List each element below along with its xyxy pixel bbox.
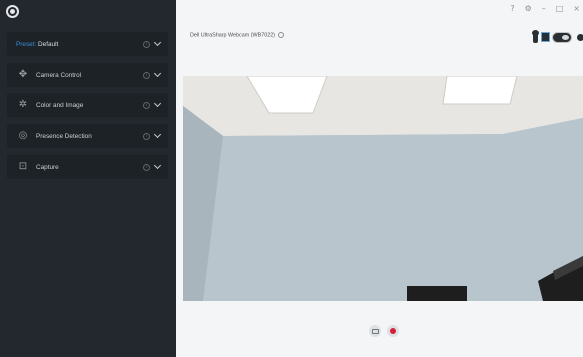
record-button[interactable] xyxy=(387,325,399,337)
info-icon[interactable]: i xyxy=(143,163,150,171)
sidebar-item-camera-control[interactable]: ✥ Camera Control i xyxy=(7,63,168,87)
preview-image xyxy=(183,76,583,301)
sidebar-item-presence-detection[interactable]: ◎ Presence Detection i xyxy=(7,124,168,148)
info-icon[interactable] xyxy=(278,32,285,38)
gear-icon[interactable]: ⚙ xyxy=(525,4,532,13)
webcam-logo-icon xyxy=(6,5,19,18)
sidebar-item-label: Capture xyxy=(36,163,59,171)
device-name: Dell UltraSharp Webcam (WB7022) xyxy=(190,32,285,39)
info-icon[interactable]: i xyxy=(143,40,150,48)
maximize-icon[interactable]: □ xyxy=(556,4,564,13)
sidebar-item-label: Camera Control xyxy=(36,71,82,79)
preset-selector[interactable]: Preset: Default i xyxy=(7,32,168,56)
preset-label: Preset: Default xyxy=(16,41,58,48)
chevron-down-icon[interactable] xyxy=(153,161,162,170)
close-icon[interactable]: × xyxy=(573,4,580,13)
info-icon[interactable]: i xyxy=(143,101,150,109)
capture-controls xyxy=(369,325,399,337)
device-name-text: Dell UltraSharp Webcam (WB7022) xyxy=(190,32,275,39)
preset-key: Preset: xyxy=(16,40,37,48)
more-icon[interactable] xyxy=(577,34,583,41)
chevron-down-icon[interactable] xyxy=(153,38,162,47)
sidebar-item-label: Presence Detection xyxy=(36,132,92,140)
chevron-down-icon[interactable] xyxy=(153,69,162,78)
camera-control-icon: ✥ xyxy=(18,69,28,80)
window-controls: ? ⚙ – □ × xyxy=(510,4,580,13)
chevron-down-icon[interactable] xyxy=(153,130,162,139)
presence-detection-icon: ◎ xyxy=(18,130,28,141)
sidebar-item-label: Color and Image xyxy=(36,101,84,109)
preset-value: Default xyxy=(38,40,59,48)
info-icon[interactable]: i xyxy=(143,71,150,79)
capture-icon: ⊡ xyxy=(18,161,28,172)
chevron-down-icon[interactable] xyxy=(153,99,162,108)
frame-icon[interactable] xyxy=(541,32,550,42)
folder-icon xyxy=(371,328,379,334)
color-image-icon: ✲ xyxy=(18,99,28,110)
sidebar: Preset: Default i ✥ Camera Control i ✲ C… xyxy=(0,0,176,357)
open-folder-button[interactable] xyxy=(369,325,381,337)
sidebar-item-color-and-image[interactable]: ✲ Color and Image i xyxy=(7,93,168,117)
webcam-device-icon[interactable] xyxy=(532,30,539,43)
camera-toggle-icon[interactable] xyxy=(552,32,572,43)
help-icon[interactable]: ? xyxy=(510,4,514,13)
info-icon[interactable]: i xyxy=(143,132,150,140)
camera-preview xyxy=(183,76,583,301)
minimize-icon[interactable]: – xyxy=(542,4,546,13)
record-icon xyxy=(390,328,396,334)
main-panel: ? ⚙ – □ × Dell UltraSharp Webcam (WB7022… xyxy=(176,0,583,357)
device-icons xyxy=(527,29,583,47)
sidebar-item-capture[interactable]: ⊡ Capture i xyxy=(7,155,168,179)
